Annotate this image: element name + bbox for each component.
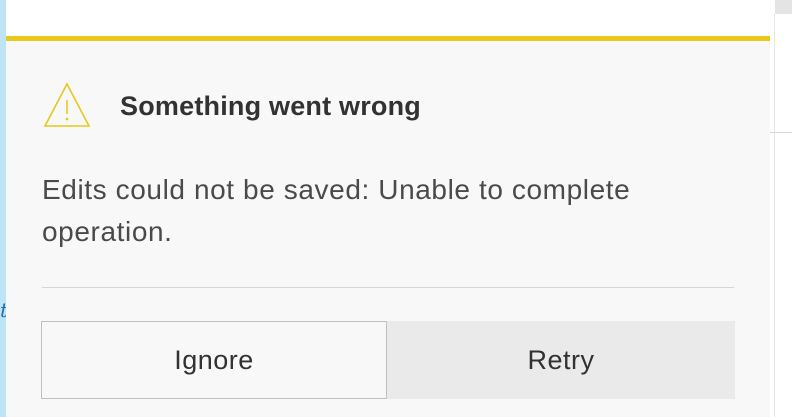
retry-button[interactable]: Retry xyxy=(387,321,735,399)
ignore-button[interactable]: Ignore xyxy=(41,321,387,399)
dialog-divider xyxy=(42,287,734,288)
background-panel-header xyxy=(775,0,792,14)
warning-icon xyxy=(43,82,91,127)
background-panel-divider xyxy=(770,132,792,133)
error-dialog: Something went wrong Edits could not be … xyxy=(6,36,770,417)
dialog-header: Something went wrong xyxy=(42,81,421,131)
dialog-title: Something went wrong xyxy=(120,90,421,121)
dialog-message: Edits could not be saved: Unable to comp… xyxy=(42,174,631,247)
background-panel-border xyxy=(774,14,775,417)
